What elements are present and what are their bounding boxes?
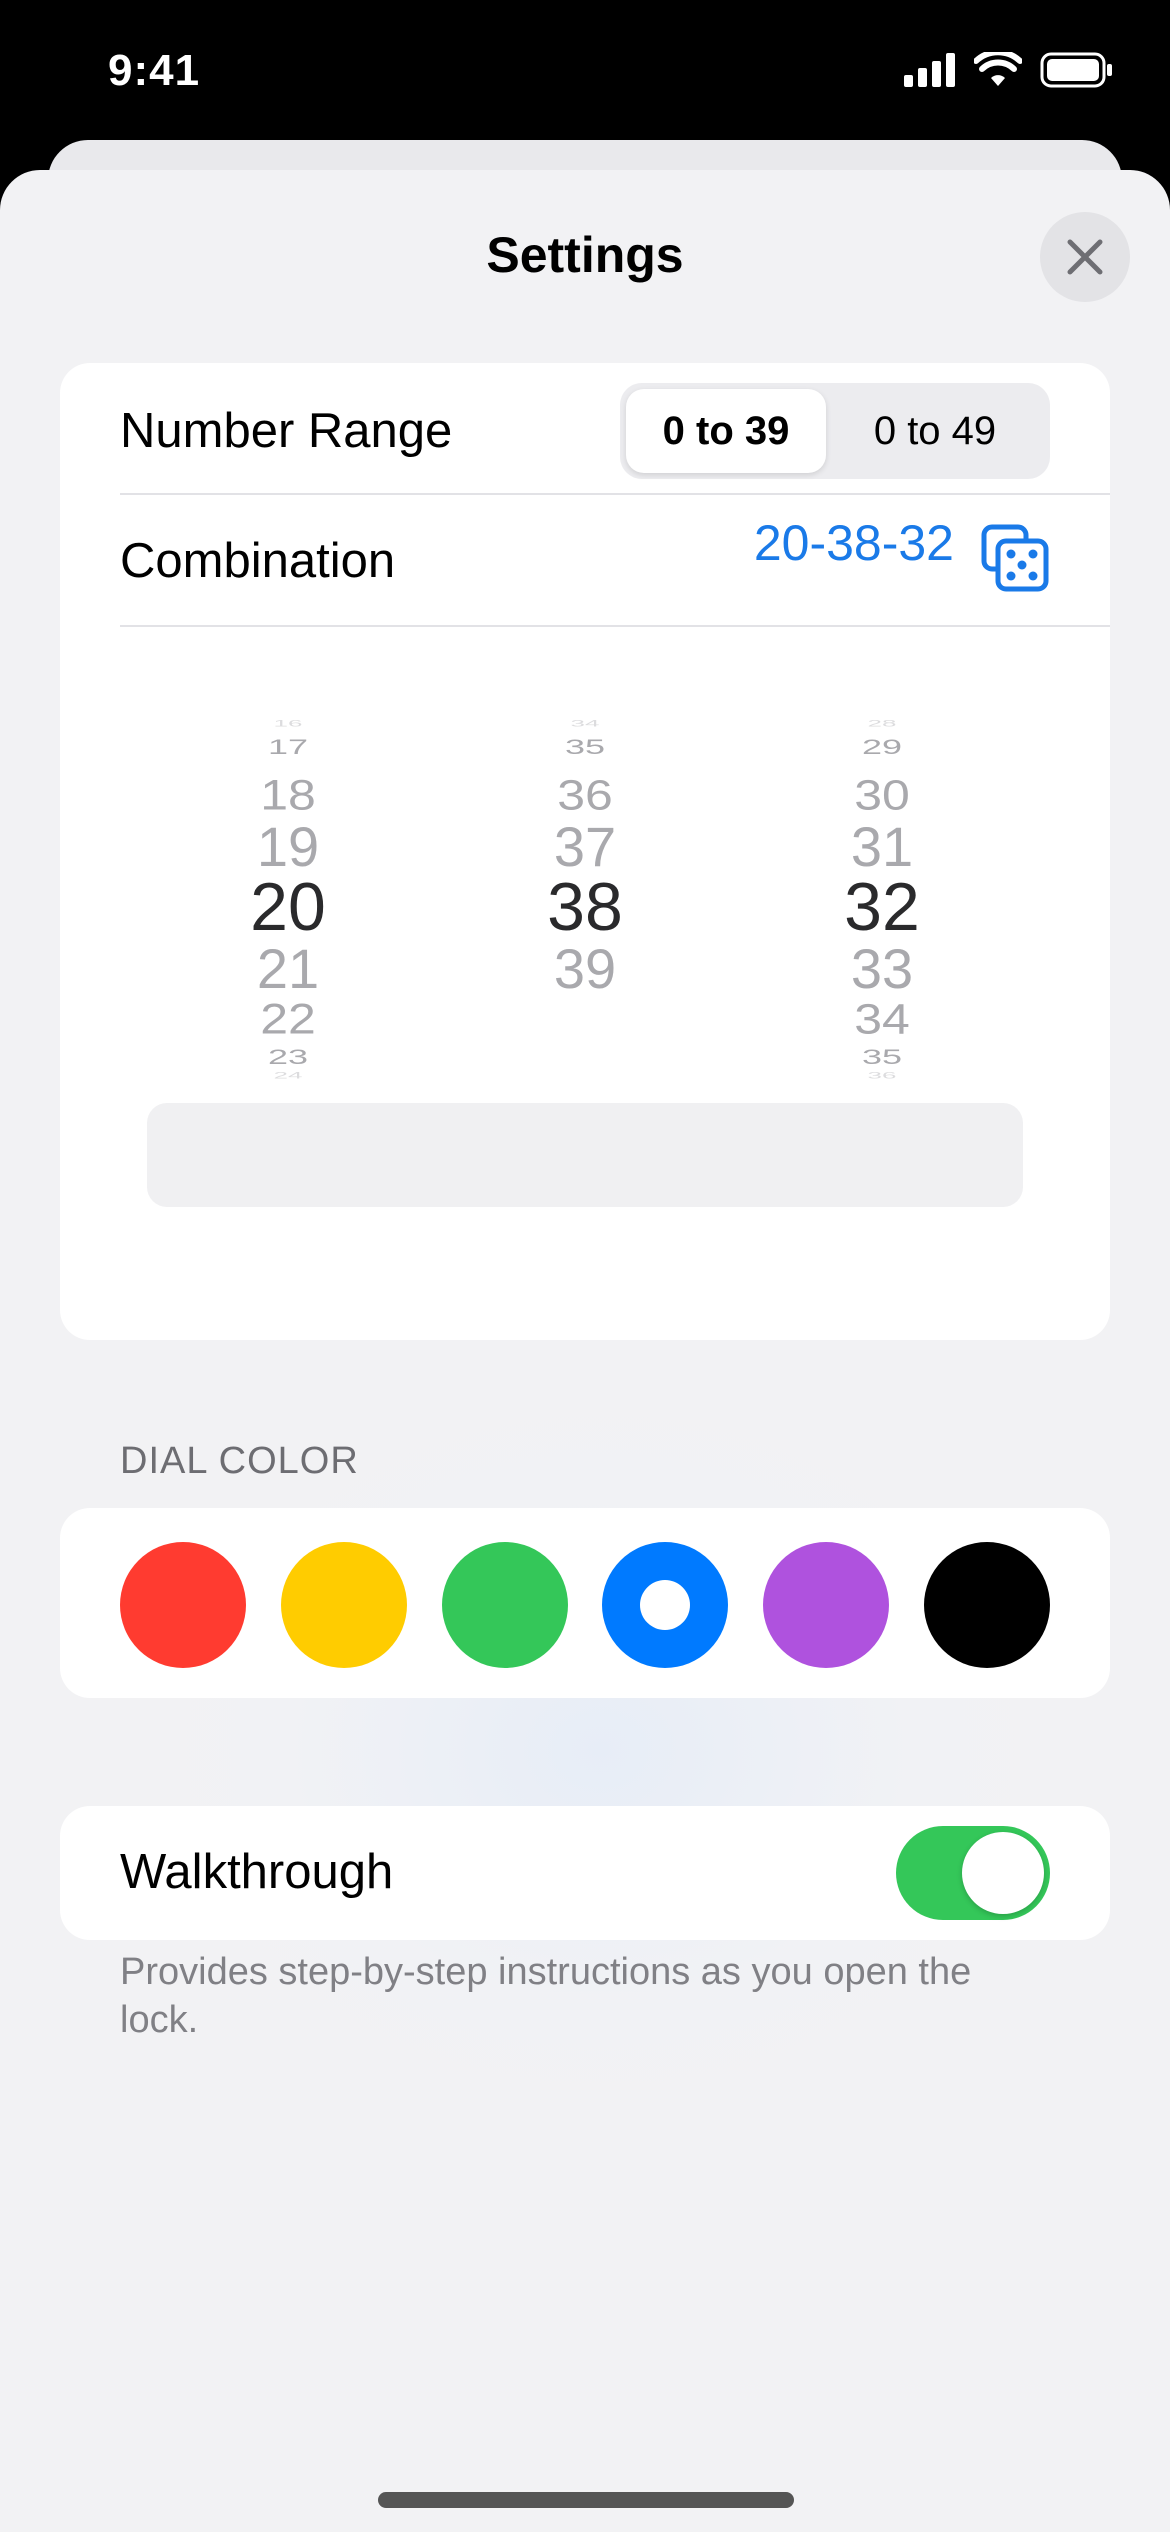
number-range-label: Number Range [120, 404, 453, 458]
cellular-signal-icon [904, 53, 955, 87]
color-swatch-purple[interactable] [763, 1542, 889, 1668]
picker-item: 24 [273, 1070, 303, 1081]
picker-item: 34 [570, 718, 600, 729]
picker-column-second[interactable]: 34 35 36 37 38 39 [485, 708, 685, 1268]
dice-icon[interactable] [980, 523, 1050, 593]
walkthrough-label: Walkthrough [120, 1845, 394, 1899]
status-icons [904, 52, 1114, 88]
status-bar: 9:41 [0, 0, 1170, 150]
picker-item: 17 [267, 734, 309, 759]
picker-item: 35 [564, 734, 606, 759]
home-indicator[interactable] [378, 2492, 794, 2508]
picker-item: 23 [267, 1044, 309, 1069]
lock-settings-card: Number Range 0 to 39 0 to 49 Combination… [60, 363, 1110, 1340]
walkthrough-toggle[interactable] [896, 1826, 1050, 1920]
picker-item: 16 [273, 718, 303, 729]
segment-0-to-49[interactable]: 0 to 49 [826, 389, 1044, 473]
status-time: 9:41 [108, 46, 201, 95]
picker-item: 33 [850, 937, 914, 1000]
picker-selected-item: 20 [250, 869, 326, 945]
picker-item: 22 [260, 995, 316, 1043]
toggle-knob [962, 1832, 1044, 1914]
dial-color-header: DIAL COLOR [120, 1440, 359, 1482]
combination-value[interactable]: 20-38-32 [754, 514, 954, 572]
wifi-icon [974, 52, 1022, 86]
divider [120, 493, 1110, 495]
divider [120, 625, 1110, 627]
battery-icon [1040, 52, 1112, 88]
picker-item: 29 [861, 734, 903, 759]
combination-label: Combination [120, 534, 396, 588]
picker-selected-item: 32 [844, 869, 920, 945]
page-title: Settings [486, 227, 684, 283]
picker-item: 21 [256, 937, 320, 1000]
picker-item: 18 [260, 771, 316, 819]
settings-sheet: Settings Number Range 0 to 39 0 to 49 Co… [0, 170, 1170, 2532]
picker-selected-item: 38 [547, 869, 623, 945]
picker-item: 30 [854, 771, 910, 819]
color-swatch-green[interactable] [442, 1542, 568, 1668]
picker-item: 39 [553, 937, 617, 1000]
number-range-segmented-control[interactable]: 0 to 39 0 to 49 [620, 383, 1050, 479]
dial-color-card [60, 1508, 1110, 1698]
picker-item: 36 [557, 771, 613, 819]
color-swatch-red[interactable] [120, 1542, 246, 1668]
close-button[interactable] [1040, 212, 1130, 302]
picker-item: 34 [854, 995, 910, 1043]
walkthrough-description: Provides step-by-step instructions as yo… [120, 1951, 972, 2041]
color-swatch-yellow[interactable] [281, 1542, 407, 1668]
picker-column-third[interactable]: 28 29 30 31 32 33 34 35 36 [782, 708, 982, 1268]
picker-item: 36 [867, 1070, 897, 1081]
walkthrough-card: Walkthrough [60, 1806, 1110, 1940]
close-icon [1067, 239, 1103, 275]
picker-item: 35 [861, 1044, 903, 1069]
picker-column-first[interactable]: 16 17 18 19 20 21 22 23 24 [188, 708, 388, 1268]
segment-0-to-39[interactable]: 0 to 39 [626, 389, 826, 473]
picker-item: 28 [867, 718, 897, 729]
color-swatch-black[interactable] [924, 1542, 1050, 1668]
color-swatch-blue[interactable] [602, 1542, 728, 1668]
